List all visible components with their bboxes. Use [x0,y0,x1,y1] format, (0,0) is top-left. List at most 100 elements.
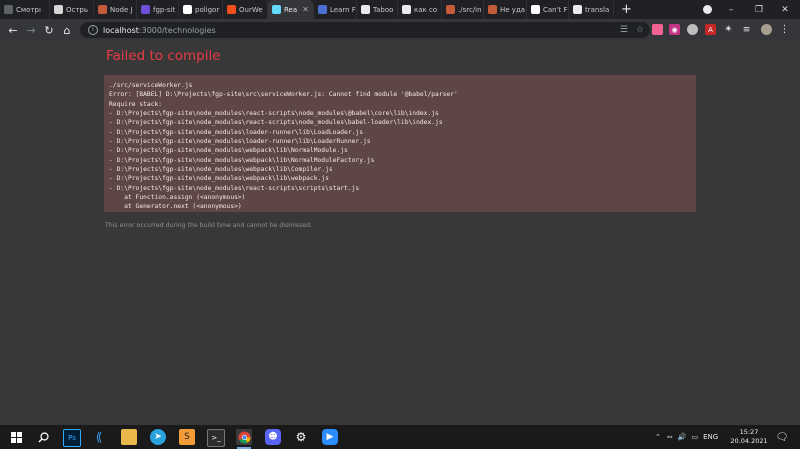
extension-circle-icon[interactable] [687,24,698,35]
address-bar[interactable]: i localhost:3000/technologies ☰ ☆ [80,22,650,38]
windows-taskbar: Ps ⟪ ➤ S >_ ☻ ⚙ ▶ ⌃ ∾ 🔊 ▭ ENG 15:27 20.0… [0,425,800,449]
photoshop-icon[interactable]: Ps [63,429,81,447]
page-content: Failed to compile ./src/serviceWorker.js… [0,41,800,425]
vscode-icon[interactable]: ⟪ [91,429,107,445]
tab-label: transla [585,5,610,14]
tab-label: Learn F [330,5,356,14]
tab-label: как со [414,5,438,14]
clock-time: 15:27 [739,428,759,436]
tray-chevron-up-icon[interactable]: ⌃ [655,433,661,441]
stack-line: - D:\Projects\fgp-site\node_modules\webp… [109,147,348,155]
terminal-icon[interactable]: >_ [207,429,225,447]
browser-tab[interactable]: fgp-sit [137,0,179,19]
tab-label: Смотрı [16,5,41,14]
browser-tab[interactable]: Taboo [357,0,398,19]
stack-line: at Function.assign (<anonymous>) [109,194,246,202]
stack-line: - D:\Projects\fgp-site\node_modules\load… [109,138,371,146]
language-indicator[interactable]: ENG [703,433,718,441]
code-icon [488,5,497,14]
tab-label: poligor [195,5,220,14]
tab-label: Can't F [543,5,568,14]
stack-line: Error: [BABEL] D:\Projects\fgp-site\src\… [109,91,458,99]
chrome-icon[interactable] [236,429,252,449]
clock-date: 20.04.2021 [730,437,768,445]
browser-tab[interactable]: Острь [50,0,94,19]
stack-line: - D:\Projects\fgp-site\node_modules\reac… [109,110,439,118]
tab-label: Острь [66,5,89,14]
new-tab-button[interactable]: + [614,0,639,19]
extension-icon[interactable] [652,24,663,35]
github-icon [183,5,192,14]
tab-label: ./src/in [458,5,482,14]
stack-line: ./src/serviceWorker.js [109,82,193,89]
tab-label: OurWe [239,5,263,14]
menu-kebab-icon[interactable]: ⋮ [779,24,790,35]
stack-line: Require stack: [109,100,163,108]
forward-icon[interactable]: → [22,21,40,39]
tab-list: Смотрı Острь Node J fgp-sit poligor OurWe Rea ✕… [0,0,614,19]
home-icon[interactable]: ⌂ [58,21,76,39]
settings-gear-icon[interactable]: ⚙ [293,429,309,445]
stack-line: - D:\Projects\fgp-site\node_modules\webp… [109,175,329,183]
code-icon [446,5,455,14]
instagram-icon[interactable]: ◉ [669,24,680,35]
wifi-icon[interactable]: ∾ [667,433,673,441]
discord-icon[interactable]: ☻ [265,429,281,445]
reload-icon[interactable]: ↻ [40,21,58,39]
file-explorer-icon[interactable] [121,429,137,445]
bookmark-star-icon[interactable]: ☆ [636,25,644,35]
zoom-icon[interactable]: ▶ [322,429,338,445]
browser-tab[interactable]: Node J [94,0,137,19]
taskbar-clock[interactable]: 15:27 20.04.2021 [727,428,771,446]
tab-label: Не уда [500,5,526,14]
github-icon [531,5,540,14]
stack-line: - D:\Projects\fgp-site\node_modules\reac… [109,119,443,127]
telegram-icon[interactable]: ➤ [150,429,166,445]
info-icon[interactable]: i [88,25,98,35]
browser-tab[interactable]: Rea ✕ [268,0,314,19]
figma-icon [227,5,236,14]
stack-line: - D:\Projects\fgp-site\node_modules\webp… [109,166,333,174]
browser-tab[interactable]: Can't F [527,0,569,19]
browser-tab[interactable]: Не уда [484,0,527,19]
windows-start-icon[interactable] [8,429,24,445]
pdf-icon[interactable]: A [705,24,716,35]
error-stack: ./src/serviceWorker.js Error: [BABEL] D:\… [104,75,696,212]
browser-tab[interactable]: Смотрı [0,0,50,19]
system-tray: ⌃ ∾ 🔊 ▭ ENG [655,425,718,449]
translate-icon[interactable]: ☰ [620,25,628,35]
browser-tab[interactable]: Learn F [314,0,357,19]
back-icon[interactable]: ← [4,21,22,39]
notifications-icon[interactable]: 🗨 [774,429,790,445]
browser-tab[interactable]: transla [569,0,614,19]
tab-label: fgp-sit [153,5,176,14]
close-window-icon[interactable]: ✕ [770,0,800,19]
google-icon [573,5,582,14]
tab-close-icon[interactable]: ✕ [302,5,309,14]
sublime-icon[interactable]: S [179,429,195,445]
volume-icon[interactable]: 🔊 [678,433,687,441]
minimize-icon[interactable]: – [716,0,746,19]
url-host: localhost [103,25,139,35]
media-control-icon[interactable]: ≡ [741,24,752,35]
browser-tab[interactable]: OurWe [223,0,268,19]
browser-tab[interactable]: poligor [179,0,223,19]
browser-tab[interactable]: как со [398,0,442,19]
stack-line: - D:\Projects\fgp-site\node_modules\reac… [109,184,360,192]
extensions-puzzle-icon[interactable]: ✴ [723,24,734,35]
profile-icon[interactable] [703,5,712,14]
url-path: :3000/technologies [138,25,216,35]
project-icon [141,5,150,14]
avatar[interactable] [761,24,772,35]
stack-line: - D:\Projects\fgp-site\node_modules\load… [109,128,364,136]
search-icon[interactable] [35,429,51,445]
video-icon [4,5,13,14]
battery-icon[interactable]: ▭ [691,433,698,441]
omnibox-actions: ☰ ☆ [620,25,644,35]
browser-tab[interactable]: ./src/in [442,0,484,19]
react-icon [272,5,281,14]
stack-line: - D:\Projects\fgp-site\node_modules\webp… [109,156,375,164]
bookmark-icon [54,5,63,14]
doc-icon [318,5,327,14]
tab-label: Node J [110,5,133,14]
